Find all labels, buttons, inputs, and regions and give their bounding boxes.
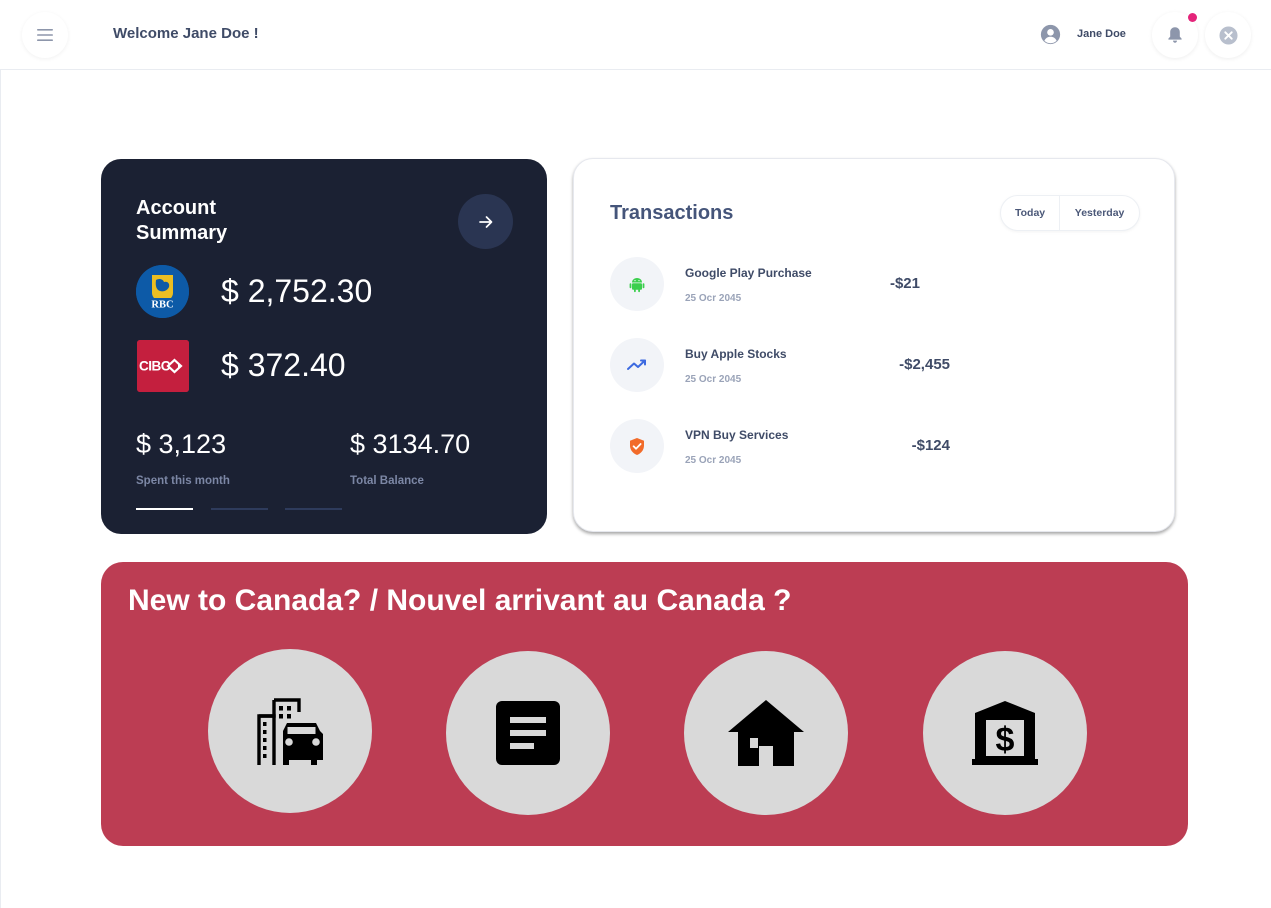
svg-text:$: $ <box>996 721 1015 759</box>
rbc-balance: $ 2,752.30 <box>221 273 373 309</box>
housing-service-button[interactable] <box>684 651 848 815</box>
transaction-icon-wrap <box>610 257 664 311</box>
transaction-amount: -$2,455 <box>899 356 950 373</box>
banner-title: New to Canada? / Nouvel arrivant au Cana… <box>128 584 792 617</box>
transactions-title: Transactions <box>610 202 734 224</box>
pager-dot-2[interactable] <box>211 508 268 510</box>
transaction-name: Google Play Purchase <box>685 266 812 280</box>
transaction-row[interactable]: VPN Buy Services 25 Ocr 2045 -$124 <box>610 419 950 473</box>
spent-this-month-label: Spent this month <box>136 475 230 487</box>
cibc-logo-text: CIBC <box>139 359 171 374</box>
transaction-date: 25 Ocr 2045 <box>685 293 742 304</box>
transactions-tabs: Today Yesterday <box>1000 195 1140 231</box>
transaction-row[interactable]: Google Play Purchase 25 Ocr 2045 -$21 <box>610 257 920 311</box>
transaction-row[interactable]: Buy Apple Stocks 25 Ocr 2045 -$2,455 <box>610 338 950 392</box>
close-circle-icon <box>1218 25 1238 45</box>
rbc-logo[interactable]: RBC <box>136 265 189 318</box>
transaction-amount: -$124 <box>911 437 950 454</box>
arrow-right-icon <box>478 215 492 228</box>
documents-service-button[interactable] <box>446 651 610 815</box>
document-icon <box>496 701 560 765</box>
android-icon <box>629 277 645 292</box>
transaction-icon-wrap <box>610 338 664 392</box>
total-balance-value: $ 3134.70 <box>350 429 471 459</box>
account-summary-card: Account Summary RBC $ 2,752.30 CIBC $ 37… <box>101 159 547 534</box>
notifications-button[interactable] <box>1152 12 1198 58</box>
cibc-balance: $ 372.40 <box>221 347 346 383</box>
city-transport-icon <box>257 698 323 765</box>
total-balance-label: Total Balance <box>350 475 424 487</box>
pager-dot-1[interactable] <box>136 508 193 510</box>
close-button[interactable] <box>1205 12 1251 58</box>
banking-service-button[interactable]: $ <box>923 651 1087 815</box>
home-icon <box>728 700 804 766</box>
transaction-amount: -$21 <box>889 275 920 292</box>
transaction-name: VPN Buy Services <box>685 428 789 442</box>
new-to-canada-banner: New to Canada? / Nouvel arrivant au Cana… <box>101 562 1188 846</box>
transport-service-button[interactable] <box>208 649 372 813</box>
rbc-logo-text: RBC <box>151 300 173 311</box>
notification-dot <box>1188 13 1197 22</box>
pager-dot-3[interactable] <box>285 508 342 510</box>
account-summary-open-button[interactable] <box>458 194 513 249</box>
menu-button[interactable] <box>22 12 68 58</box>
cibc-logo[interactable]: CIBC <box>137 340 189 392</box>
shield-check-icon <box>630 437 644 455</box>
user-name[interactable]: Jane Doe <box>1077 28 1126 40</box>
trending-up-icon <box>627 359 646 370</box>
bell-icon <box>1168 27 1182 43</box>
transaction-icon-wrap <box>610 419 664 473</box>
top-header: Welcome Jane Doe ! Jane Doe <box>0 0 1271 70</box>
account-summary-title: Account Summary <box>136 197 228 244</box>
sidebar-border <box>0 70 1 908</box>
transactions-card: Transactions Today Yesterday Google Play… <box>573 158 1175 532</box>
transaction-date: 25 Ocr 2045 <box>685 455 742 466</box>
tab-yesterday[interactable]: Yesterday <box>1060 196 1139 230</box>
tab-today[interactable]: Today <box>1001 196 1061 230</box>
bank-dollar-icon: $ <box>972 701 1038 765</box>
menu-icon <box>37 29 53 41</box>
user-circle-icon[interactable] <box>1040 24 1061 45</box>
welcome-message: Welcome Jane Doe ! <box>113 25 259 42</box>
spent-this-month-value: $ 3,123 <box>136 429 227 459</box>
transaction-date: 25 Ocr 2045 <box>685 374 742 385</box>
transaction-name: Buy Apple Stocks <box>685 347 787 361</box>
